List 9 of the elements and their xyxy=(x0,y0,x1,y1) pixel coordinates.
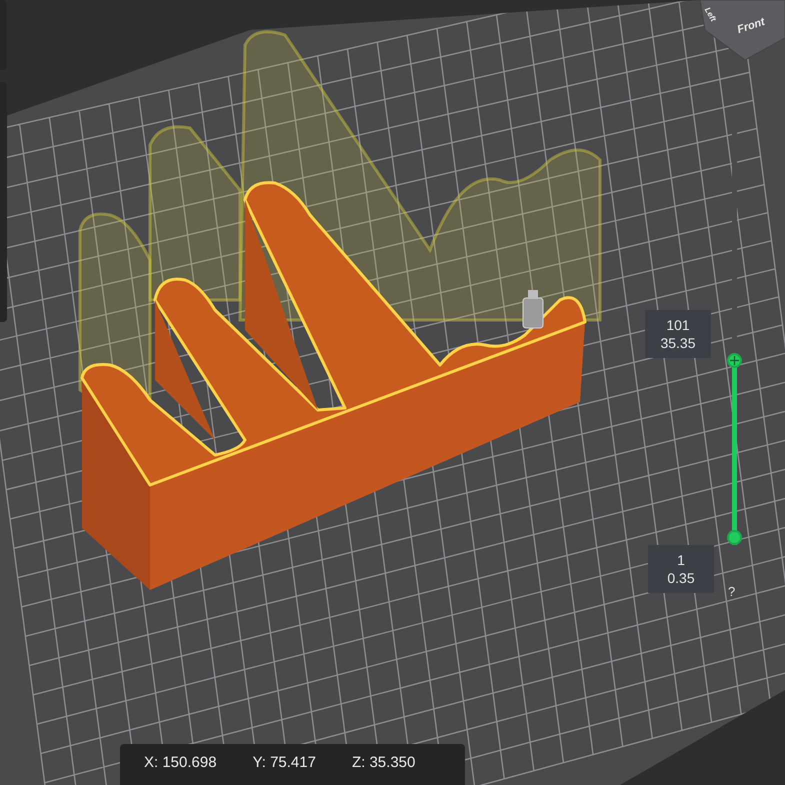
coordinate-readout: Z: 35.350 xyxy=(352,754,416,773)
plus-icon xyxy=(730,356,739,366)
help-button[interactable]: ? xyxy=(728,584,736,599)
lower-layer-label: 1 0.35 xyxy=(648,545,714,593)
coordinate-readout: X: 150.698 xyxy=(144,754,217,773)
upper-layer-label: 101 35.35 xyxy=(645,310,711,358)
coordinate-readout: Y: 75.417 xyxy=(252,754,316,773)
cube-face-label[interactable]: Front xyxy=(736,16,766,36)
nozzle-drawing xyxy=(522,290,544,328)
